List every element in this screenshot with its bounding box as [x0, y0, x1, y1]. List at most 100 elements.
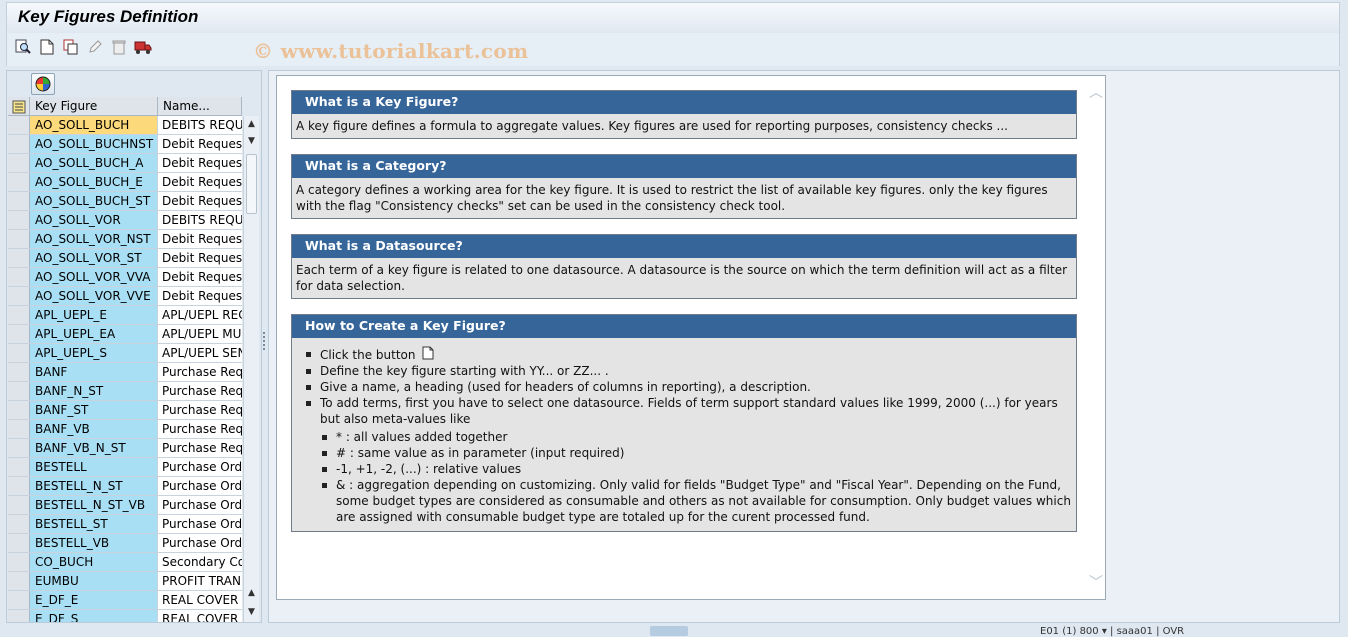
row-selector[interactable]	[8, 287, 30, 305]
key-figure-cell[interactable]: AO_SOLL_VOR_VVA	[30, 268, 158, 286]
help-scrollbar[interactable]: ︿ ﹀	[1089, 86, 1103, 591]
row-selector[interactable]	[8, 420, 30, 438]
change-button[interactable]	[86, 38, 104, 56]
key-figure-cell[interactable]: BANF_ST	[30, 401, 158, 419]
table-row[interactable]: E_DF_S REAL COVER I	[8, 610, 242, 622]
row-selector[interactable]	[8, 325, 30, 343]
table-row[interactable]: CO_BUCH Secondary Co	[8, 553, 242, 572]
row-selector[interactable]	[8, 192, 30, 210]
row-selector[interactable]	[8, 572, 30, 590]
table-row[interactable]: BESTELL_VB Purchase Orde	[8, 534, 242, 553]
key-figure-cell[interactable]: APL_UEPL_EA	[30, 325, 158, 343]
name-cell[interactable]: Debit Request	[158, 268, 242, 286]
key-figure-cell[interactable]: AO_SOLL_BUCH_E	[30, 173, 158, 191]
scroll-up-bottom-icon[interactable]: ▲	[244, 585, 259, 601]
key-figure-cell[interactable]: BANF_VB_N_ST	[30, 439, 158, 457]
table-row[interactable]: AO_SOLL_BUCH DEBITS REQU	[8, 116, 242, 135]
name-cell[interactable]: Debit Request	[158, 173, 242, 191]
name-cell[interactable]: Purchase Orde	[158, 515, 242, 533]
name-cell[interactable]: REAL COVER I	[158, 610, 242, 622]
table-row[interactable]: BANF_N_ST Purchase Requ	[8, 382, 242, 401]
name-cell[interactable]: Purchase Requ	[158, 382, 242, 400]
column-header-name[interactable]: Name...	[158, 97, 242, 116]
row-selector[interactable]	[8, 363, 30, 381]
scroll-up-icon[interactable]: ▲	[244, 116, 259, 132]
table-row[interactable]: BESTELL_N_ST Purchase Orde	[8, 477, 242, 496]
table-row[interactable]: AO_SOLL_VOR_ST Debit Request	[8, 249, 242, 268]
key-figure-cell[interactable]: BESTELL	[30, 458, 158, 476]
row-selector[interactable]	[8, 135, 30, 153]
name-cell[interactable]: Purchase Requ	[158, 363, 242, 381]
row-selector[interactable]	[8, 496, 30, 514]
row-selector[interactable]	[8, 534, 30, 552]
table-row[interactable]: APL_UEPL_EA APL/UEPL MU	[8, 325, 242, 344]
table-row[interactable]: AO_SOLL_BUCH_E Debit Request	[8, 173, 242, 192]
name-cell[interactable]: APL/UEPL SEN	[158, 344, 242, 362]
name-cell[interactable]: Purchase Orde	[158, 477, 242, 495]
key-figure-cell[interactable]: BANF_VB	[30, 420, 158, 438]
name-cell[interactable]: Purchase Requ	[158, 439, 242, 457]
table-row[interactable]: APL_UEPL_E APL/UEPL REC	[8, 306, 242, 325]
row-selector[interactable]	[8, 382, 30, 400]
name-cell[interactable]: Purchase Requ	[158, 420, 242, 438]
scroll-down-page-icon[interactable]: ▼	[244, 133, 259, 149]
row-selector[interactable]	[8, 211, 30, 229]
find-button[interactable]	[14, 38, 32, 56]
table-row[interactable]: AO_SOLL_VOR_NST Debit Request	[8, 230, 242, 249]
row-selector[interactable]	[8, 306, 30, 324]
grid-vertical-scrollbar[interactable]: ▲ ▼ ▲ ▼	[243, 116, 259, 622]
table-row[interactable]: BESTELL_N_ST_VB Purchase Orde	[8, 496, 242, 515]
legend-button[interactable]	[31, 73, 55, 95]
name-cell[interactable]: Secondary Co	[158, 553, 242, 571]
name-cell[interactable]: Purchase Orde	[158, 496, 242, 514]
row-selector[interactable]	[8, 154, 30, 172]
row-selector[interactable]	[8, 268, 30, 286]
copy-button[interactable]	[62, 38, 80, 56]
scroll-down-icon[interactable]: ▼	[244, 604, 259, 620]
delete-button[interactable]	[110, 38, 128, 56]
key-figure-cell[interactable]: AO_SOLL_BUCH_ST	[30, 192, 158, 210]
name-cell[interactable]: Debit Request	[158, 287, 242, 305]
row-selector[interactable]	[8, 173, 30, 191]
table-row[interactable]: AO_SOLL_VOR DEBITS REQU	[8, 211, 242, 230]
row-selector[interactable]	[8, 477, 30, 495]
key-figure-cell[interactable]: AO_SOLL_VOR_NST	[30, 230, 158, 248]
table-row[interactable]: E_DF_E REAL COVER I	[8, 591, 242, 610]
name-cell[interactable]: DEBITS REQU	[158, 116, 242, 134]
table-row[interactable]: BANF_VB Purchase Requ	[8, 420, 242, 439]
transport-button[interactable]	[134, 38, 152, 56]
key-figure-cell[interactable]: APL_UEPL_E	[30, 306, 158, 324]
row-selector[interactable]	[8, 230, 30, 248]
table-row[interactable]: EUMBU PROFIT TRAN	[8, 572, 242, 591]
key-figure-cell[interactable]: BANF_N_ST	[30, 382, 158, 400]
name-cell[interactable]: DEBITS REQU	[158, 211, 242, 229]
name-cell[interactable]: APL/UEPL MU	[158, 325, 242, 343]
key-figure-cell[interactable]: EUMBU	[30, 572, 158, 590]
table-row[interactable]: BESTELL_ST Purchase Orde	[8, 515, 242, 534]
key-figure-cell[interactable]: AO_SOLL_BUCH	[30, 116, 158, 134]
key-figure-cell[interactable]: AO_SOLL_VOR_ST	[30, 249, 158, 267]
key-figure-cell[interactable]: CO_BUCH	[30, 553, 158, 571]
key-figure-cell[interactable]: E_DF_E	[30, 591, 158, 609]
row-selector[interactable]	[8, 401, 30, 419]
row-selector[interactable]	[8, 610, 30, 622]
key-figure-cell[interactable]: APL_UEPL_S	[30, 344, 158, 362]
table-row[interactable]: BANF_VB_N_ST Purchase Requ	[8, 439, 242, 458]
table-row[interactable]: BESTELL Purchase Orde	[8, 458, 242, 477]
table-row[interactable]: BANF_ST Purchase Requ	[8, 401, 242, 420]
create-button[interactable]	[38, 38, 56, 56]
name-cell[interactable]: PROFIT TRAN	[158, 572, 242, 590]
row-selector[interactable]	[8, 439, 30, 457]
chevron-up-icon[interactable]: ︿	[1089, 86, 1103, 100]
table-row[interactable]: AO_SOLL_VOR_VVA Debit Request	[8, 268, 242, 287]
row-selector[interactable]	[8, 344, 30, 362]
row-selector[interactable]	[8, 116, 30, 134]
table-row[interactable]: AO_SOLL_VOR_VVE Debit Request	[8, 287, 242, 306]
row-selector[interactable]	[8, 515, 30, 533]
table-row[interactable]: BANF Purchase Requ	[8, 363, 242, 382]
name-cell[interactable]: REAL COVER I	[158, 591, 242, 609]
key-figure-cell[interactable]: BESTELL_ST	[30, 515, 158, 533]
row-selector[interactable]	[8, 249, 30, 267]
key-figure-cell[interactable]: AO_SOLL_BUCH_A	[30, 154, 158, 172]
name-cell[interactable]: Debit Request	[158, 230, 242, 248]
